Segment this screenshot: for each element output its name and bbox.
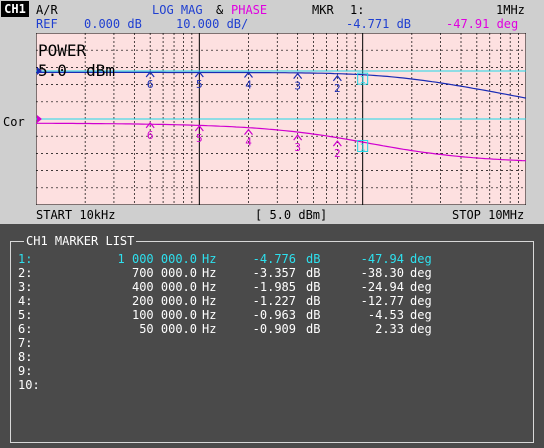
correction-label: Cor [3,115,25,129]
marker-list-cell-dbu: dB [306,252,321,266]
marker-list-panel: CH1 MARKER LIST 1: 1 000 000.0 Hz -4.776 dB -… [0,224,544,448]
marker-list-cell-hz: Hz [202,280,217,294]
trace-plot[interactable]: 1 1 2 2 3 3 4 4 5 5 6 6 [36,33,526,205]
marker-list-cell-hz: Hz [202,308,217,322]
source-power[interactable]: [ 5.0 dBm] [255,208,327,222]
marker-list-cell-dbu: dB [306,294,321,308]
power-label: POWER [38,41,87,60]
marker-label-magnitude: 1 [360,75,366,86]
marker-list-cell-db: -4.776 [252,252,296,266]
marker-list-cell-n: 4: [18,294,33,308]
channel-badge[interactable]: CH1 [1,1,29,17]
marker-label: MKR [312,3,334,17]
ref-value: 0.000 dB [84,17,142,31]
marker-list-cell-hz: Hz [202,266,217,280]
marker-list-cell-phu: deg [410,308,432,322]
marker-list-cell-freq: 100 000.0 [131,308,197,322]
marker-phase: -47.91 deg [446,17,519,31]
marker-list-cell-ph: -12.77 [360,294,404,308]
marker-number: 1: [350,3,365,17]
marker-label-phase: 5 [196,132,203,145]
marker-list-cell-ph: -38.30 [360,266,404,280]
marker-list-cell-db: -0.909 [252,322,296,336]
marker-list-cell-freq: 200 000.0 [131,294,197,308]
marker-list-cell-phu: deg [410,280,432,294]
marker-label-magnitude: 5 [196,78,203,91]
marker-list-cell-ph: -4.53 [367,308,404,322]
marker-list-cell-dbu: dB [306,308,321,322]
marker-label-phase: 4 [245,136,252,149]
start-frequency[interactable]: START 10kHz [36,208,115,222]
marker-list-cell-ph: -47.94 [360,252,404,266]
stop-frequency[interactable]: STOP 10MHz [452,208,524,222]
scale-value: 10.000 dB/ [176,17,249,31]
marker-list-cell-freq: 700 000.0 [131,266,197,280]
marker-list-cell-n: 8: [18,350,33,364]
marker-list-cell-dbu: dB [306,266,321,280]
marker-label-magnitude: 2 [334,82,341,95]
power-value: 5.0 dBm [38,61,116,80]
ref-label: REF [36,17,58,31]
marker-list-cell-ph: -24.94 [360,280,404,294]
marker-label-phase: 1 [360,142,366,153]
marker-list-cell-freq: 400 000.0 [131,280,197,294]
marker-list-cell-n: 5: [18,308,33,322]
marker-list-cell-hz: Hz [202,294,217,308]
measurement-label[interactable]: A/R [36,3,58,17]
marker-list-cell-n: 2: [18,266,33,280]
marker-list-cell-freq: 1 000 000.0 [117,252,197,266]
marker-list-cell-hz: Hz [202,252,217,266]
marker-label-phase: 6 [147,129,154,142]
marker-list-cell-phu: deg [410,266,432,280]
marker-list-cell-ph: 2.33 [375,322,404,336]
marker-list-title: CH1 MARKER LIST [24,234,137,248]
marker-list-cell-n: 9: [18,364,33,378]
marker-list-cell-freq: 50 000.0 [139,322,197,336]
marker-label-magnitude: 3 [294,80,301,93]
marker-list-cell-n: 10: [18,378,40,392]
marker-magnitude: -4.771 dB [346,17,412,31]
marker-list-cell-db: -0.963 [252,308,296,322]
marker-list-cell-db: -1.227 [252,294,296,308]
marker-list-cell-db: -3.357 [252,266,296,280]
marker-label-phase: 2 [334,147,341,160]
marker-list-cell-dbu: dB [306,322,321,336]
marker-list-cell-dbu: dB [306,280,321,294]
format-phase-label[interactable]: PHASE [231,3,267,17]
marker-label-magnitude: 4 [245,78,252,91]
marker-list-cell-n: 7: [18,336,33,350]
marker-list-cell-phu: deg [410,322,432,336]
marker-list-cell-hz: Hz [202,322,217,336]
marker-list-cell-n: 3: [18,280,33,294]
marker-list-cell-n: 1: [18,252,33,266]
marker-list-cell-db: -1.985 [252,280,296,294]
marker-label-phase: 3 [294,141,301,154]
format-amp: & [216,3,224,17]
marker-label-magnitude: 6 [147,78,154,91]
marker-list-cell-n: 6: [18,322,33,336]
marker-list-cell-phu: deg [410,252,432,266]
format-mag-label[interactable]: LOG MAG [152,3,203,17]
marker-list-cell-phu: deg [410,294,432,308]
marker-frequency: 1MHz [496,3,525,17]
